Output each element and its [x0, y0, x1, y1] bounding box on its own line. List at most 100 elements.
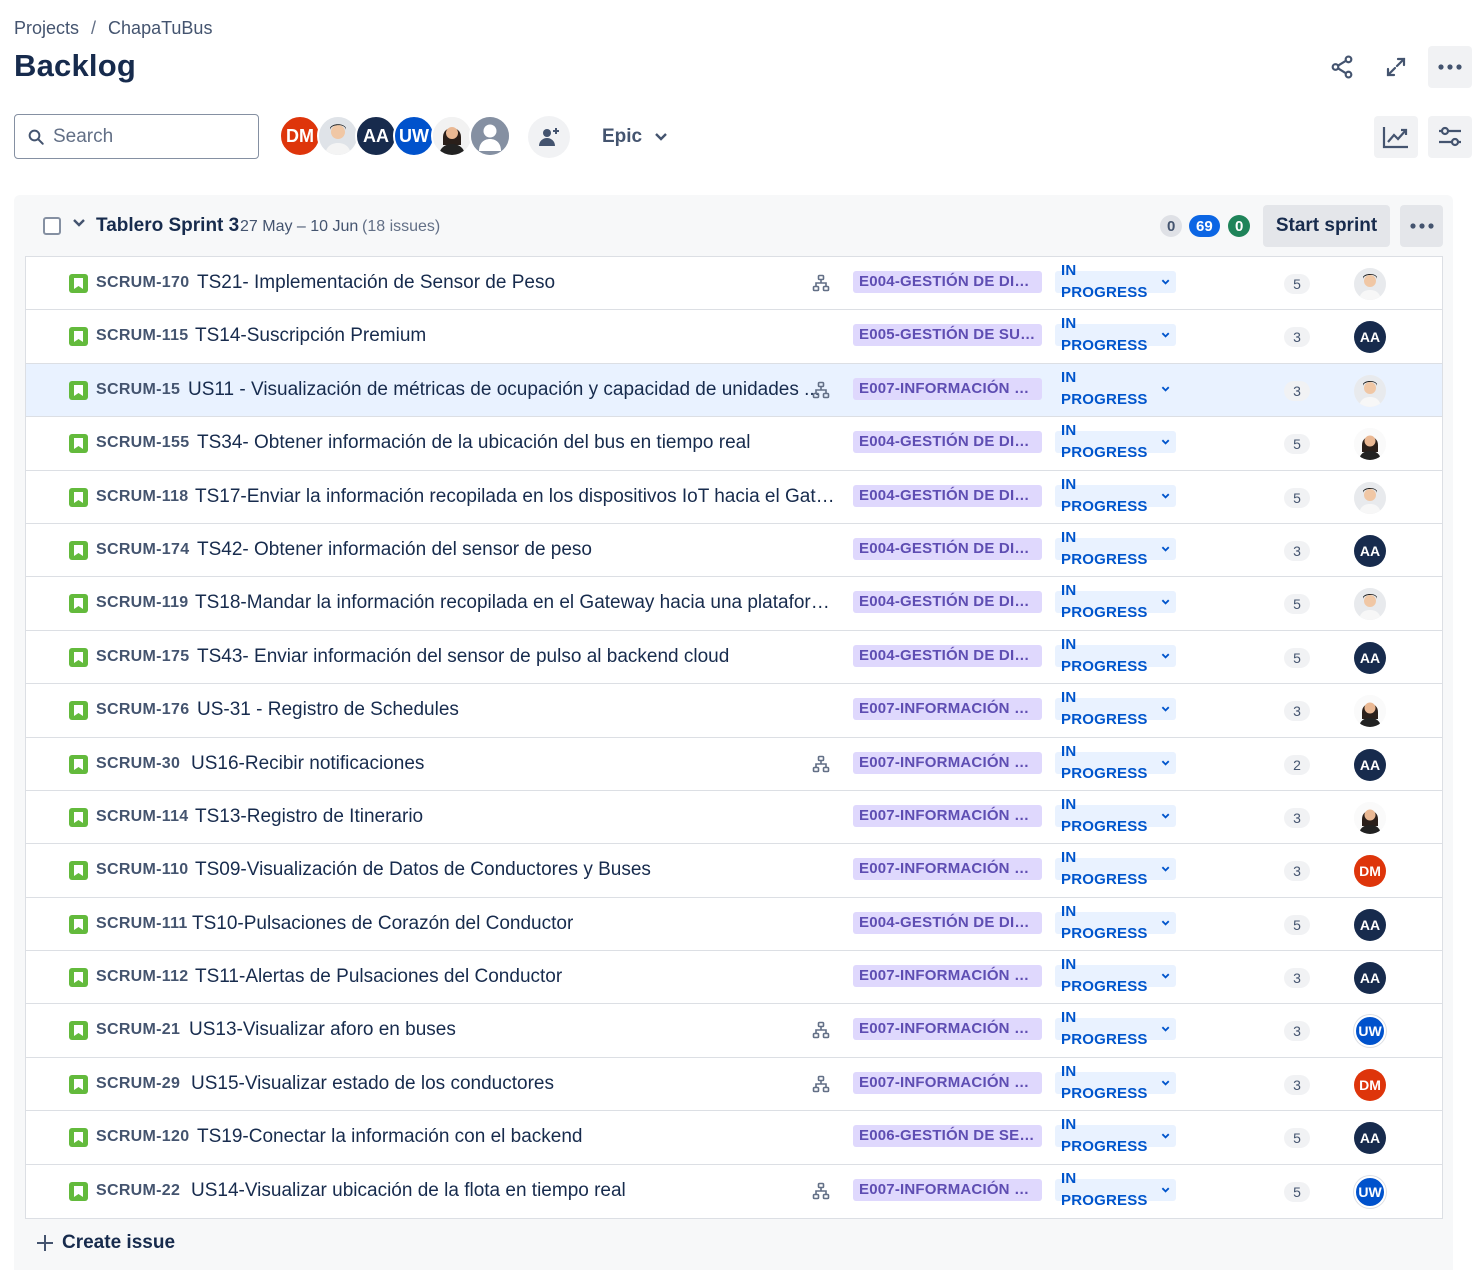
assignee-avatar[interactable]: DM [1354, 1068, 1386, 1101]
status-dropdown[interactable]: IN PROGRESS [1055, 796, 1176, 835]
story-points-badge[interactable]: 3 [1284, 540, 1310, 561]
fullscreen-button[interactable] [1374, 46, 1418, 88]
assignee-avatar[interactable] [1354, 481, 1386, 514]
issue-summary[interactable]: TS13-Registro de Itinerario [195, 806, 423, 828]
view-settings-button[interactable] [1428, 116, 1472, 158]
epic-lozenge[interactable]: E007-INFORMACIÓN D... [853, 1178, 1042, 1201]
status-dropdown[interactable]: IN PROGRESS [1055, 262, 1176, 301]
issue-key[interactable]: SCRUM-174 [96, 541, 189, 559]
status-dropdown[interactable]: IN PROGRESS [1055, 582, 1176, 621]
status-dropdown[interactable]: IN PROGRESS [1055, 956, 1176, 995]
story-points-badge[interactable]: 3 [1284, 327, 1310, 348]
epic-lozenge[interactable]: E007-INFORMACIÓN D... [853, 804, 1042, 827]
issue-row[interactable]: SCRUM-110 TS09-Visualización de Datos de … [26, 844, 1442, 898]
issue-row[interactable]: SCRUM-176 US-31 - Registro de Schedules E0… [26, 684, 1442, 738]
issue-row[interactable]: SCRUM-29 US15-Visualizar estado de los co… [26, 1057, 1442, 1112]
story-points-badge[interactable]: 5 [1284, 914, 1310, 935]
child-issues-icon[interactable] [812, 1182, 830, 1200]
issue-key[interactable]: SCRUM-15 [96, 381, 180, 399]
issue-row[interactable]: SCRUM-174 TS42- Obtener información del s… [26, 523, 1442, 578]
issue-row[interactable]: SCRUM-120 TS19-Conectar la información co… [26, 1111, 1442, 1165]
assignee-avatar[interactable] [1354, 428, 1386, 461]
assignee-avatar[interactable]: UW [1354, 1015, 1386, 1048]
issue-key[interactable]: SCRUM-29 [96, 1075, 180, 1093]
assignee-avatar[interactable]: AA [1354, 321, 1386, 354]
sprint-name[interactable]: Tablero Sprint 3 [96, 215, 239, 237]
start-sprint-button[interactable]: Start sprint [1263, 205, 1390, 247]
issue-summary[interactable]: TS10-Pulsaciones de Corazón del Conducto… [192, 913, 573, 935]
avatar-generic[interactable] [469, 115, 511, 157]
assignee-avatar[interactable] [1354, 588, 1386, 621]
status-dropdown[interactable]: IN PROGRESS [1055, 315, 1176, 354]
status-dropdown[interactable]: IN PROGRESS [1055, 476, 1176, 515]
status-dropdown[interactable]: IN PROGRESS [1055, 1009, 1176, 1048]
search-field[interactable] [14, 114, 259, 159]
epic-lozenge[interactable]: E005-GESTIÓN DE SUSC... [853, 324, 1042, 347]
epic-lozenge[interactable]: E004-GESTIÓN DE DISP... [853, 431, 1042, 454]
status-dropdown[interactable]: IN PROGRESS [1055, 1170, 1176, 1209]
avatar-photo[interactable] [431, 115, 473, 157]
status-dropdown[interactable]: IN PROGRESS [1055, 369, 1176, 408]
issue-summary[interactable]: US13-Visualizar aforo en buses [189, 1019, 456, 1041]
child-issues-indicator[interactable] [812, 755, 830, 778]
issue-row[interactable]: SCRUM-170 TS21- Implementación de Sensor … [26, 257, 1442, 311]
epic-lozenge[interactable]: E006-GESTIÓN DE SERV... [853, 1125, 1042, 1148]
avatar-dm[interactable]: DM [279, 115, 321, 157]
issue-summary[interactable]: TS09-Visualización de Datos de Conductor… [195, 859, 651, 881]
child-issues-indicator[interactable] [812, 274, 830, 297]
story-points-badge[interactable]: 5 [1284, 434, 1310, 455]
story-points-badge[interactable]: 5 [1284, 487, 1310, 508]
story-points-badge[interactable]: 3 [1284, 968, 1310, 989]
issue-row[interactable]: SCRUM-155 TS34- Obtener información de la… [26, 417, 1442, 471]
issue-key[interactable]: SCRUM-112 [96, 968, 189, 986]
child-issues-icon[interactable] [812, 381, 830, 399]
issue-key[interactable]: SCRUM-120 [96, 1128, 189, 1146]
assignee-avatar[interactable]: AA [1354, 908, 1386, 941]
breadcrumb-project-link[interactable]: ChapaTuBus [108, 18, 212, 39]
issue-row[interactable]: SCRUM-112 TS11-Alertas de Pulsaciones del… [26, 951, 1442, 1005]
issue-key[interactable]: SCRUM-115 [96, 327, 189, 345]
add-people-button[interactable] [528, 116, 570, 158]
assignee-avatar[interactable]: AA [1354, 748, 1386, 781]
epic-lozenge[interactable]: E004-GESTIÓN DE DISP... [853, 911, 1042, 934]
assignee-avatar[interactable] [1354, 695, 1386, 728]
issue-row[interactable]: SCRUM-118 TS17-Enviar la información reco… [26, 470, 1442, 524]
issue-key[interactable]: SCRUM-175 [96, 648, 189, 666]
status-dropdown[interactable]: IN PROGRESS [1055, 529, 1176, 568]
child-issues-icon[interactable] [812, 1075, 830, 1093]
epic-lozenge[interactable]: E004-GESTIÓN DE DISP... [853, 271, 1042, 293]
epic-lozenge[interactable]: E004-GESTIÓN DE DISP... [853, 537, 1042, 560]
assignee-avatar[interactable] [1354, 801, 1386, 834]
issue-key[interactable]: SCRUM-119 [96, 594, 189, 612]
avatar-aa[interactable]: AA [355, 115, 397, 157]
status-dropdown[interactable]: IN PROGRESS [1055, 903, 1176, 942]
issue-row[interactable]: SCRUM-22 US14-Visualizar ubicación de la … [26, 1164, 1442, 1219]
epic-lozenge[interactable]: E007-INFORMACIÓN D... [853, 1071, 1042, 1094]
story-points-badge[interactable]: 3 [1284, 807, 1310, 828]
status-dropdown[interactable]: IN PROGRESS [1055, 422, 1176, 461]
epic-lozenge[interactable]: E007-INFORMACIÓN D... [853, 377, 1042, 400]
story-points-badge[interactable]: 5 [1284, 1181, 1310, 1202]
issue-summary[interactable]: US15-Visualizar estado de los conductore… [191, 1073, 554, 1095]
issue-key[interactable]: SCRUM-22 [96, 1182, 180, 1200]
issue-summary[interactable]: US-31 - Registro de Schedules [197, 699, 459, 721]
epic-lozenge[interactable]: E004-GESTIÓN DE DISP... [853, 591, 1042, 614]
issue-row[interactable]: SCRUM-114 TS13-Registro de Itinerario E007… [26, 790, 1442, 845]
assignee-avatar[interactable]: AA [1354, 1122, 1386, 1155]
issue-key[interactable]: SCRUM-21 [96, 1021, 180, 1039]
share-button[interactable] [1320, 46, 1364, 88]
issue-row[interactable]: SCRUM-119 TS18-Mandar la información reco… [26, 577, 1442, 631]
issue-row[interactable]: SCRUM-115 TS14-Suscripción Premium E005-GE… [26, 310, 1442, 364]
issue-summary[interactable]: TS14-Suscripción Premium [195, 325, 426, 347]
issue-key[interactable]: SCRUM-30 [96, 755, 180, 773]
chevron-down-icon[interactable] [72, 216, 86, 230]
issue-key[interactable]: SCRUM-118 [96, 488, 189, 506]
child-issues-indicator[interactable] [812, 1182, 830, 1205]
assignee-avatar[interactable]: AA [1354, 534, 1386, 567]
search-input[interactable] [53, 125, 233, 148]
issue-summary[interactable]: TS18-Mandar la información recopilada en… [195, 592, 835, 614]
story-points-badge[interactable]: 5 [1284, 274, 1310, 294]
issue-row[interactable]: SCRUM-15 US11 - Visualización de métricas… [26, 363, 1442, 418]
issue-summary[interactable]: TS21- Implementación de Sensor de Peso [197, 272, 555, 294]
issue-row[interactable]: SCRUM-30 US16-Recibir notificaciones E007-… [26, 737, 1442, 791]
